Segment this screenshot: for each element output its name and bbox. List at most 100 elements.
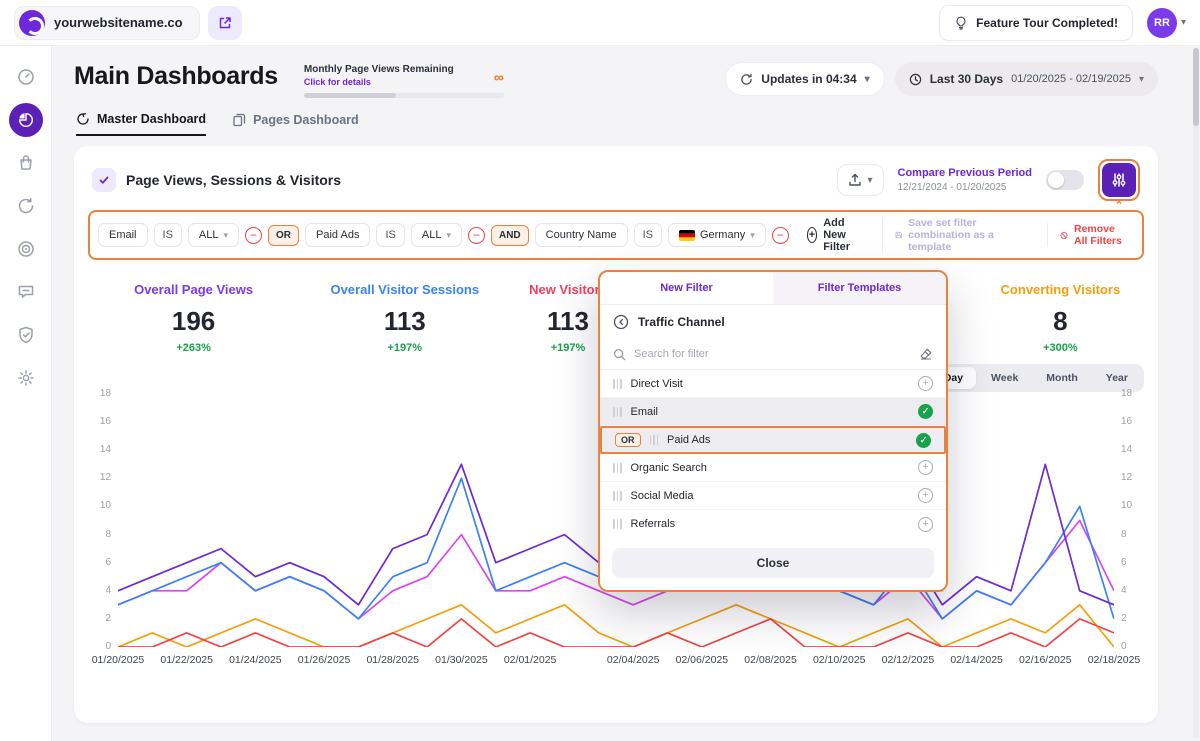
feature-tour-button[interactable]: Feature Tour Completed! — [939, 5, 1133, 41]
remove-filter-icon[interactable]: − — [245, 227, 262, 244]
scrollbar-thumb[interactable] — [1193, 48, 1199, 126]
stat-title: Converting Visitors — [955, 282, 1166, 297]
drag-handle-icon[interactable] — [613, 519, 622, 529]
export-button[interactable]: ▾ — [837, 164, 883, 196]
add-filter-icon[interactable]: + — [918, 376, 933, 391]
sidebar-item-settings[interactable] — [9, 361, 43, 395]
external-link-icon — [218, 16, 232, 30]
filter-option-label: Organic Search — [631, 462, 910, 474]
filter-value-dropdown[interactable]: ALL▾ — [188, 223, 239, 247]
range-dates: 01/20/2025 - 02/19/2025 — [1011, 73, 1131, 85]
updates-label: Updates in 04:34 — [761, 72, 856, 86]
remove-filter-icon[interactable]: − — [772, 227, 789, 244]
sidebar-item-overview[interactable] — [9, 60, 43, 94]
filter-option-label: Paid Ads — [667, 434, 907, 446]
drag-handle-icon[interactable] — [613, 407, 622, 417]
popup-close-button[interactable]: Close — [612, 548, 934, 578]
clock-icon — [909, 73, 922, 86]
page-scrollbar[interactable] — [1193, 48, 1199, 738]
filter-option-direct-visit[interactable]: Direct Visit + — [600, 370, 946, 398]
widget-checkbox-icon[interactable] — [92, 168, 116, 192]
page-title: Main Dashboards — [74, 62, 278, 91]
dashboard-tabs: Master Dashboard Pages Dashboard — [74, 112, 1158, 136]
filter-operator-chip[interactable]: IS — [154, 223, 182, 247]
selected-check-icon[interactable]: ✓ — [918, 404, 933, 419]
user-menu[interactable]: RR ▾ — [1147, 8, 1186, 38]
range-label: Last 30 Days — [930, 72, 1003, 86]
filter-value-dropdown[interactable]: ALL▾ — [411, 223, 462, 247]
open-filters-button[interactable] — [1102, 163, 1136, 197]
x-axis-labels: 01/20/202501/22/202501/24/202501/26/2025… — [118, 647, 1114, 669]
drag-handle-icon[interactable] — [613, 463, 622, 473]
add-filter-icon[interactable]: + — [918, 517, 933, 532]
popup-tab-new-filter[interactable]: New Filter — [600, 272, 773, 304]
history-icon — [16, 196, 36, 216]
tab-master-dashboard[interactable]: Master Dashboard — [76, 112, 206, 136]
sidebar-item-ecommerce[interactable] — [9, 146, 43, 180]
overview-gauge-icon — [16, 67, 36, 87]
filter-option-social-media[interactable]: Social Media + — [600, 482, 946, 510]
stat-converting-visitors: Converting Visitors 8 +300% — [955, 282, 1166, 354]
filter-field-chip[interactable]: Paid Ads — [305, 223, 370, 247]
quota-progress-bar — [304, 93, 504, 98]
open-website-button[interactable] — [208, 6, 242, 40]
filter-option-organic-search[interactable]: Organic Search + — [600, 454, 946, 482]
updates-countdown-button[interactable]: Updates in 04:34 ▾ — [725, 62, 884, 96]
pages-dashboard-icon — [232, 113, 246, 127]
add-new-filter-button[interactable]: + Add New Filter — [795, 217, 882, 253]
search-input[interactable] — [634, 348, 911, 360]
sidebar-item-visitor-history[interactable] — [9, 189, 43, 223]
joiner-and-chip[interactable]: AND — [491, 225, 529, 246]
chevron-down-icon: ▾ — [224, 230, 229, 241]
quota-details-link[interactable]: Click for details — [304, 77, 504, 87]
compare-toggle[interactable] — [1046, 170, 1084, 190]
sidebar-item-goals[interactable] — [9, 232, 43, 266]
compare-dates: 12/21/2024 - 01/20/2025 — [898, 181, 1007, 194]
selected-check-icon[interactable]: ✓ — [916, 433, 931, 448]
remove-filter-icon[interactable]: − — [468, 227, 485, 244]
tab-pages-dashboard[interactable]: Pages Dashboard — [232, 112, 359, 136]
popup-category-row[interactable]: Traffic Channel — [600, 305, 946, 339]
granularity-month[interactable]: Month — [1033, 367, 1091, 389]
drag-handle-icon[interactable] — [613, 491, 622, 501]
sidebar-item-dashboards[interactable] — [9, 103, 43, 137]
popup-search-row — [600, 339, 946, 370]
stat-title: Overall Page Views — [88, 282, 299, 297]
date-range-picker[interactable]: Last 30 Days 01/20/2025 - 02/19/2025 ▾ — [895, 62, 1158, 96]
add-filter-icon[interactable]: + — [918, 460, 933, 475]
drag-handle-icon[interactable] — [650, 435, 659, 445]
save-template-button[interactable]: Save set filter combination as a templat… — [882, 217, 1047, 253]
sidebar-item-feedback[interactable] — [9, 275, 43, 309]
granularity-year[interactable]: Year — [1093, 367, 1141, 389]
filter-operator-chip[interactable]: IS — [376, 223, 404, 247]
add-filter-icon[interactable]: + — [918, 488, 933, 503]
filter-field-chip[interactable]: Email — [98, 223, 148, 247]
popup-tab-filter-templates[interactable]: Filter Templates — [773, 272, 946, 304]
filter-value-dropdown[interactable]: Germany▾ — [668, 223, 766, 247]
remove-all-filters-button[interactable]: Remove All Filters — [1047, 223, 1134, 247]
app-logo-icon — [19, 10, 45, 36]
stat-value: 196 — [88, 306, 299, 337]
filter-option-referrals[interactable]: Referrals + — [600, 510, 946, 538]
filter-option-paid-ads[interactable]: OR Paid Ads ✓ — [600, 426, 946, 454]
avatar: RR — [1147, 8, 1177, 38]
drag-handle-icon[interactable] — [613, 379, 622, 389]
target-icon — [16, 239, 36, 259]
chevron-down-icon: ▾ — [446, 230, 451, 241]
joiner-or-chip[interactable]: OR — [268, 225, 299, 246]
sidebar-item-privacy[interactable] — [9, 318, 43, 352]
filter-operator-chip[interactable]: IS — [634, 223, 662, 247]
tab-label: Pages Dashboard — [253, 113, 359, 127]
filter-option-email[interactable]: Email ✓ — [600, 398, 946, 426]
filter-field-chip[interactable]: Country Name — [535, 223, 628, 247]
filter-popup: New Filter Filter Templates Traffic Chan… — [598, 270, 948, 592]
left-sidebar — [0, 46, 52, 741]
or-operator-chip[interactable]: OR — [615, 433, 641, 447]
popup-tabs: New Filter Filter Templates — [600, 272, 946, 305]
popup-category-label: Traffic Channel — [638, 315, 725, 329]
clear-search-icon[interactable] — [919, 347, 933, 361]
annotation-caret-up-icon: ⌃ — [1114, 199, 1123, 212]
settings-gear-icon — [16, 368, 36, 388]
website-selector[interactable]: yourwebsitename.co — [14, 6, 200, 40]
granularity-week[interactable]: Week — [978, 367, 1031, 389]
